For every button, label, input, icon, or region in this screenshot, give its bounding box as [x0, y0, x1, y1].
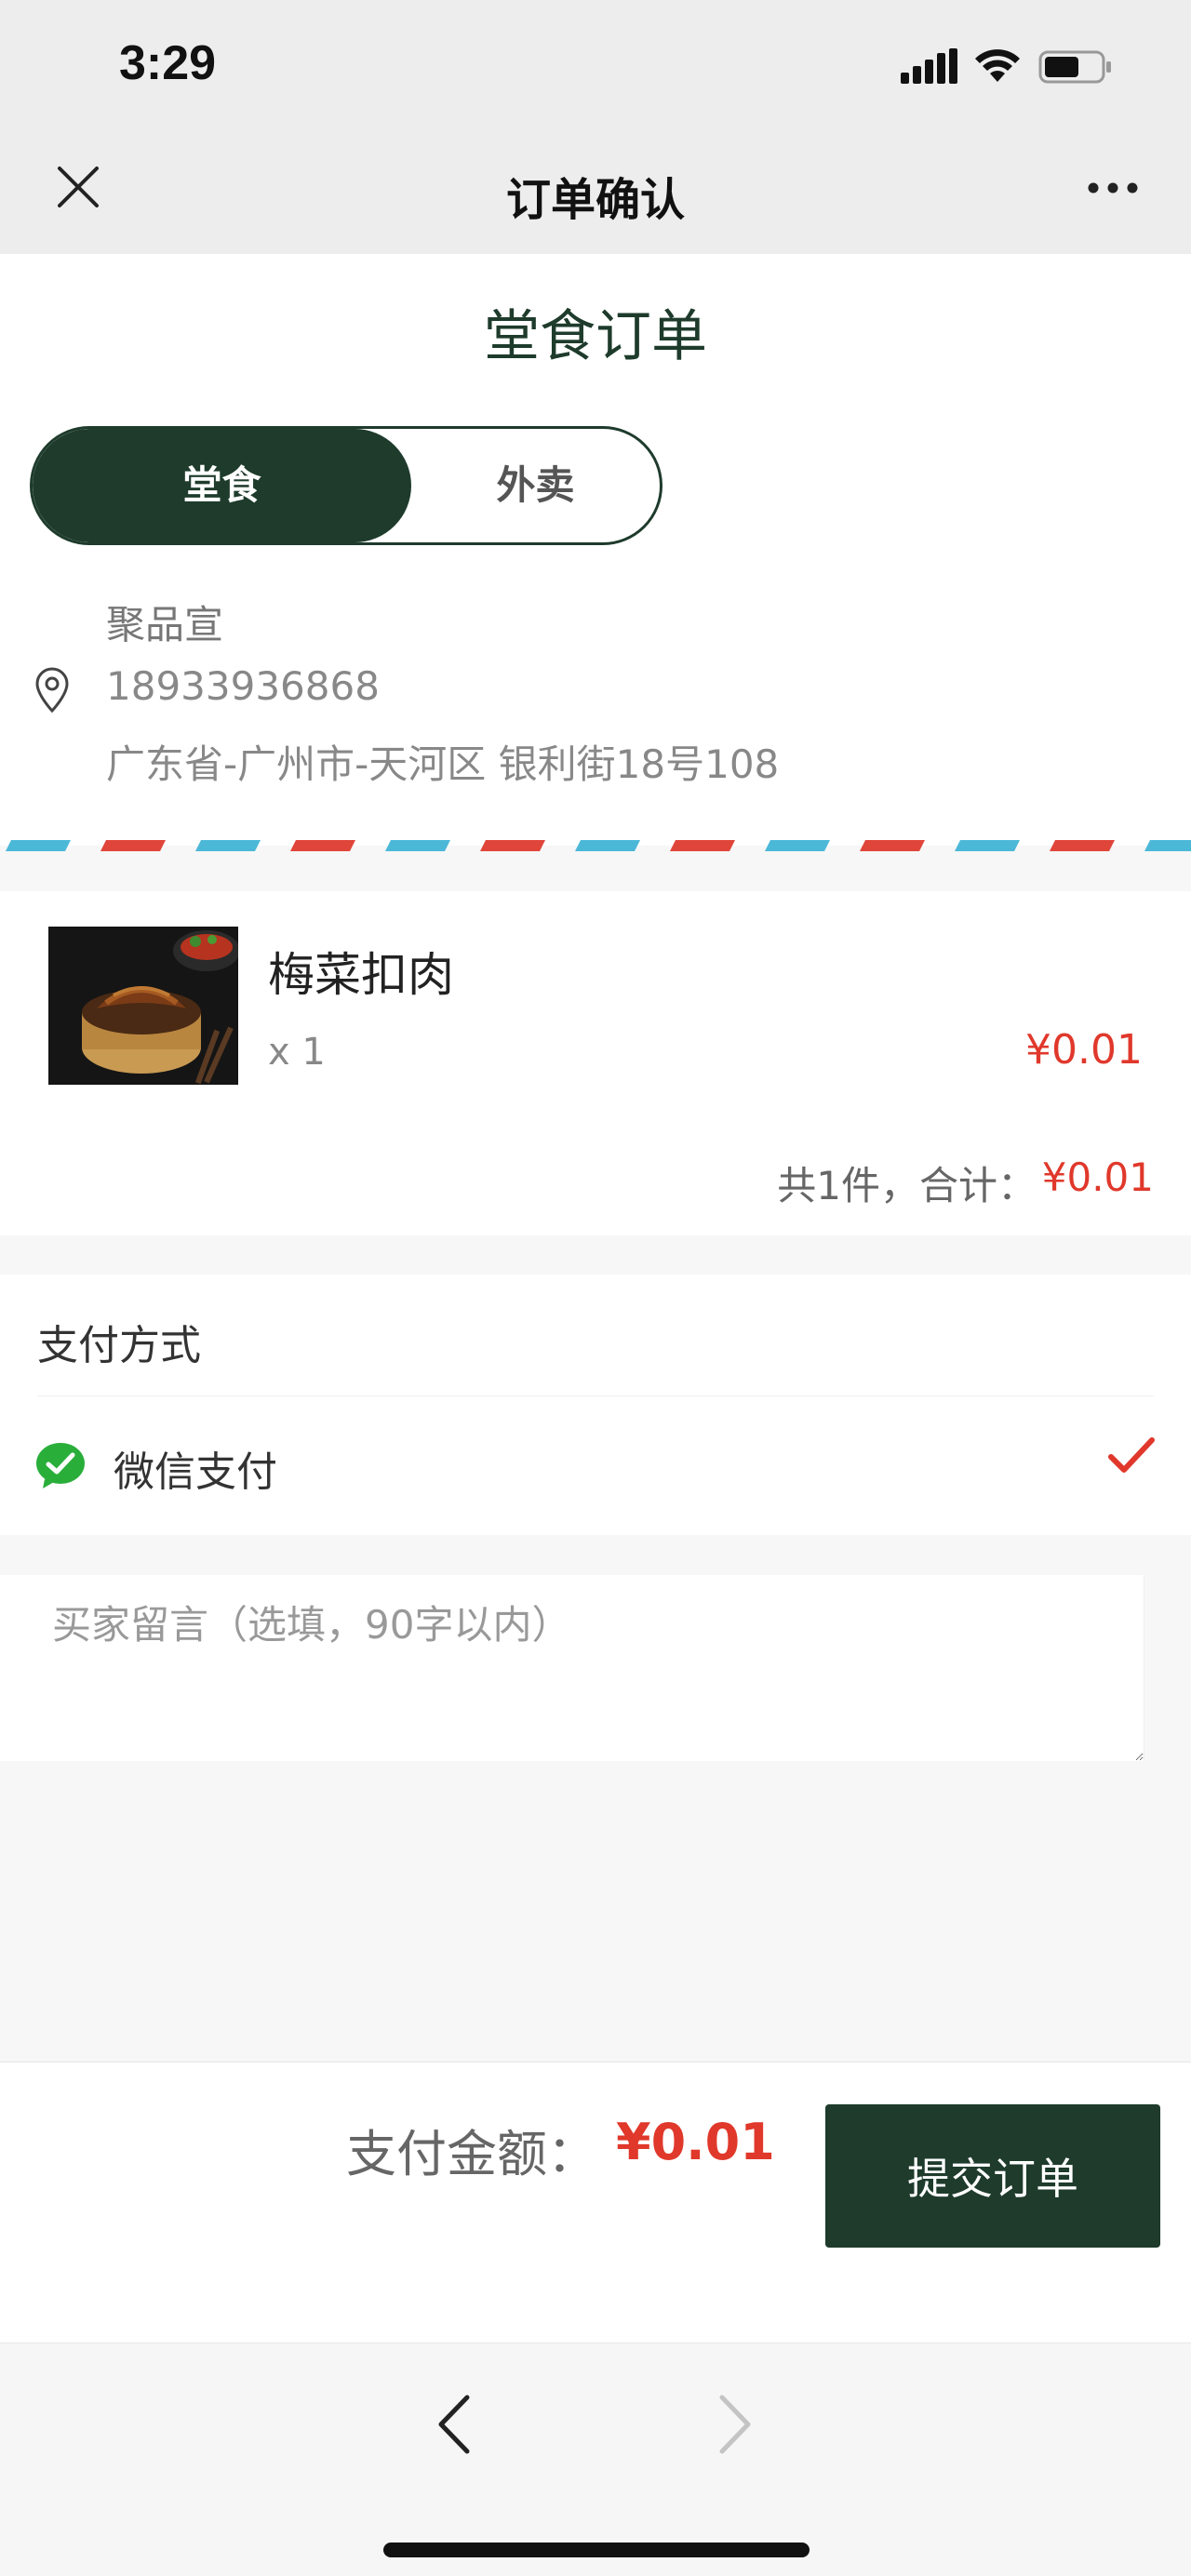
order-type-title: 堂食订单: [484, 304, 707, 369]
store-name: 聚品宣: [106, 602, 224, 647]
toggle-dine-in[interactable]: 堂食: [33, 429, 411, 542]
pay-amount-label: 支付金额：: [346, 2125, 597, 2183]
navbar: 订单确认: [0, 126, 1191, 254]
wifi-icon: [975, 49, 1020, 82]
wechat-pay-option[interactable]: 微信支付: [114, 1438, 277, 1498]
payment-method-card: 支付方式 微信支付: [0, 1275, 1191, 1535]
item-price: ¥0.01: [1025, 1026, 1143, 1074]
battery-icon: [1038, 50, 1111, 84]
home-indicator: [383, 2543, 810, 2557]
order-type-toggle: 堂食 外卖: [30, 426, 662, 545]
pay-amount-value: ¥0.01: [616, 2113, 775, 2171]
wechat-pay-icon: [36, 1443, 85, 1488]
browser-toolbar: [0, 2342, 1191, 2576]
item-total-value: ¥0.01: [1041, 1155, 1154, 1200]
divider: [37, 1395, 1154, 1396]
item-quantity: x 1: [268, 1031, 326, 1074]
status-time: 3:29: [119, 36, 217, 90]
checkout-bar: 支付金额： ¥0.01 提交订单: [0, 2062, 1191, 2342]
payment-method-title: 支付方式: [37, 1322, 201, 1369]
item-name: 梅菜扣肉: [268, 948, 454, 1002]
item-total-label: 共1件，合计：: [777, 1163, 1037, 1208]
location-pin-icon: [35, 667, 69, 714]
cellular-signal-icon: [901, 48, 957, 84]
toggle-takeout[interactable]: 外卖: [411, 429, 660, 542]
buyer-message-input[interactable]: [35, 1575, 1144, 1761]
back-arrow-icon[interactable]: [430, 2392, 478, 2457]
order-header-card: 堂食订单 堂食 外卖 聚品宣 18933936868 广东省-广州市-天河区 银…: [0, 254, 1191, 851]
order-item-card: 梅菜扣肉 x 1 ¥0.01 共1件，合计： ¥0.01: [0, 891, 1191, 1235]
status-bar: 3:29: [0, 0, 1191, 126]
checkmark-icon[interactable]: [1107, 1435, 1156, 1475]
airmail-divider: [0, 840, 1191, 851]
store-address: 广东省-广州市-天河区 银利街18号108: [106, 741, 780, 787]
buyer-message-box: [35, 1575, 1144, 1761]
page-title: 订单确认: [505, 174, 685, 226]
store-phone: 18933936868: [106, 663, 380, 709]
message-left-edge: [0, 1575, 35, 1761]
item-image: [48, 927, 238, 1085]
more-icon[interactable]: [1087, 181, 1139, 194]
forward-arrow-icon[interactable]: [711, 2392, 759, 2457]
submit-order-button[interactable]: 提交订单: [825, 2104, 1160, 2248]
